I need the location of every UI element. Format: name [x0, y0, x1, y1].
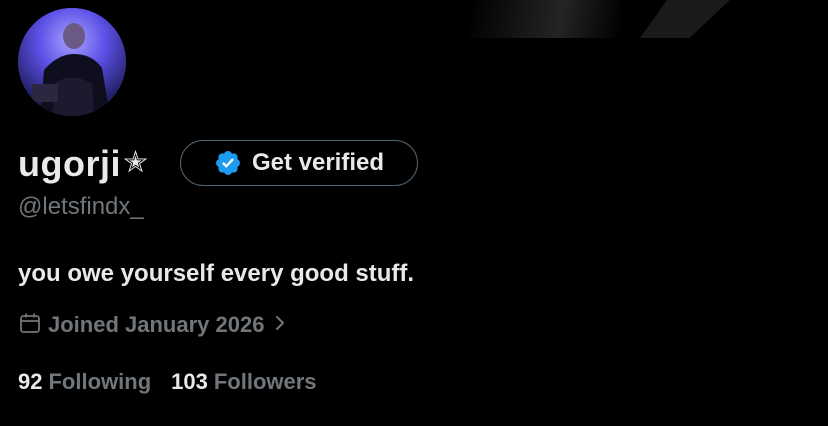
avatar-image — [18, 8, 126, 116]
followers-count: 103 — [171, 369, 208, 394]
get-verified-label: Get verified — [251, 149, 385, 176]
following-count: 92 — [18, 369, 43, 394]
banner-decoration — [470, 0, 620, 38]
joined-date-row[interactable]: Joined January 2026 — [18, 310, 288, 340]
banner-decoration-stripe — [640, 0, 730, 38]
display-name: ugorji — [18, 143, 121, 184]
user-handle: @letsfindx_ — [18, 193, 144, 220]
follow-stats: 92 Following 103 Followers — [18, 368, 337, 396]
following-link[interactable]: 92 Following — [18, 369, 151, 395]
profile-bio: you owe yourself every good stuff. — [18, 260, 415, 287]
following-label: Following — [48, 369, 152, 394]
chevron-right-icon — [264, 315, 288, 336]
calendar-icon — [18, 311, 48, 340]
followers-label: Followers — [213, 369, 317, 394]
display-name-row: ugorji ✭ — [18, 140, 148, 188]
joined-date-text: Joined January 2026 — [48, 312, 265, 337]
get-verified-button[interactable]: Get verified — [180, 140, 418, 186]
avatar[interactable] — [18, 8, 126, 116]
verified-badge-icon — [214, 149, 242, 177]
followers-link[interactable]: 103 Followers — [171, 369, 316, 395]
name-star-emoji: ✭ — [122, 145, 149, 179]
